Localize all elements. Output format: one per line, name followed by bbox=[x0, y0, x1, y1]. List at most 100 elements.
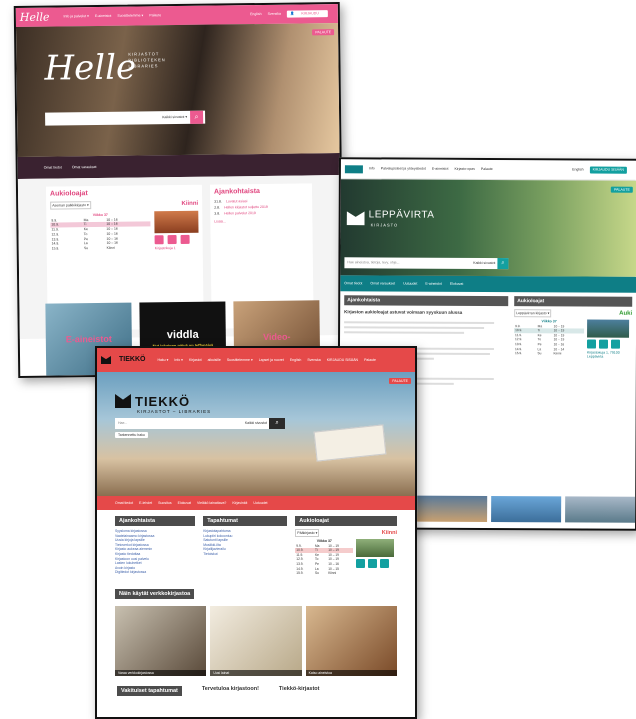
feedback-button[interactable]: PALAUTE bbox=[312, 29, 335, 36]
gallery-image[interactable] bbox=[491, 496, 562, 523]
shortcut[interactable]: Vieläkö lainattava? bbox=[197, 501, 226, 505]
search-icon[interactable]: ⌕ bbox=[269, 418, 285, 429]
shortcut-reservations[interactable]: Omat varaukset bbox=[72, 165, 97, 169]
nav-item[interactable]: Kirjastot bbox=[189, 358, 202, 362]
hours-column: Aukioloajat Pääkirjasto ▾ Kiinni Viikko … bbox=[295, 516, 397, 576]
map-icon[interactable] bbox=[154, 235, 164, 245]
info-icon[interactable] bbox=[610, 339, 621, 349]
carousel-slide[interactable]: Katso aineistoa bbox=[305, 605, 397, 676]
lang-svenska[interactable]: Svenska bbox=[307, 358, 320, 362]
slide-caption: Varaa verkkokirjastossa bbox=[115, 669, 207, 676]
leppavirta-hero: PALAUTE LEPPÄVIRTA KIRJASTO Hae aineisto… bbox=[340, 179, 636, 277]
feedback-button[interactable]: PALAUTE bbox=[389, 378, 411, 385]
news-headline[interactable]: Kirjaston aukioloajat astuvat voimaan sy… bbox=[344, 309, 508, 315]
library-select[interactable]: Aseman palkkikirjasto ▾ bbox=[50, 201, 91, 210]
search-scope[interactable]: Kaikki sivustot bbox=[245, 421, 267, 425]
news-item[interactable]: 31.8. Luvatut asiasi bbox=[214, 198, 308, 203]
gallery-image[interactable] bbox=[417, 495, 488, 522]
nav-item[interactable]: Palaute bbox=[364, 358, 376, 362]
gallery-image[interactable] bbox=[565, 496, 636, 523]
search-icon[interactable]: ⌕ bbox=[497, 258, 509, 270]
nav-item[interactable]: Kirjasto-opas bbox=[454, 167, 474, 171]
events-title: Tapahtumat bbox=[203, 516, 288, 526]
nav-item[interactable]: aikuisille bbox=[208, 358, 221, 362]
search-input[interactable]: Hae aineistoa, tietoja, levy, ohje... Ka… bbox=[344, 257, 509, 270]
login-button[interactable]: KIRJAUDU SISÄÄN bbox=[589, 166, 627, 174]
news-item[interactable]: 3.8. Hellen palvelut 2019 bbox=[214, 211, 308, 216]
search-input[interactable]: Kaikki sivustot ▾ ⌕ bbox=[45, 110, 206, 126]
leppavirta-subtitle: KIRJASTO bbox=[370, 222, 399, 228]
news-item[interactable]: 2.8. Hellen kirjastot suljettu 2019 bbox=[214, 205, 308, 210]
advanced-search-link[interactable]: Tarkennettu haku bbox=[115, 432, 148, 439]
tiekko-logo-icon bbox=[101, 355, 111, 364]
nav-item[interactable]: Palaute bbox=[481, 167, 493, 171]
search-scope[interactable]: Kaikki sivustot ▾ bbox=[162, 115, 187, 119]
nav-item[interactable]: Lapset ja nuoret bbox=[259, 358, 284, 362]
helle-window: Helle Info ja palvelut ▾ E-aineistot Suo… bbox=[13, 2, 345, 378]
shortcut[interactable]: E-aineistot bbox=[425, 282, 442, 286]
shortcut[interactable]: Uutuudet bbox=[253, 501, 267, 505]
status-badge: Kiinni bbox=[181, 200, 199, 208]
shortcut[interactable]: Kirjavinkit bbox=[232, 501, 247, 505]
nav-item[interactable]: Info ▾ bbox=[174, 358, 183, 362]
login-button[interactable]: KIRJAUDU SISÄÄN bbox=[327, 358, 358, 362]
shortcut[interactable]: E-lehdet bbox=[139, 501, 152, 505]
info-icon[interactable] bbox=[380, 559, 390, 569]
tiekko-subtitle: KIRJASTOT – LIBRARIES bbox=[137, 409, 212, 414]
shortcut[interactable]: Elokuvat bbox=[178, 501, 191, 505]
library-address[interactable]: Kirjastokuja 1 bbox=[155, 246, 199, 251]
lang-english[interactable]: English bbox=[250, 12, 262, 16]
feedback-button[interactable]: PALAUTE bbox=[611, 186, 633, 193]
carousel-slide[interactable]: Uusi lainat bbox=[210, 605, 302, 676]
tiekko-hero: PALAUTE TIEKKÖ KIRJASTOT – LIBRARIES Hae… bbox=[97, 372, 415, 496]
search-scope[interactable]: Kaikki sivustot bbox=[473, 261, 495, 265]
phone-icon[interactable] bbox=[167, 235, 177, 245]
hours-cell: 15.9. bbox=[51, 246, 60, 251]
nav-item[interactable]: Palvelupisteet ja yhteystiedot bbox=[381, 167, 426, 171]
tiekko-columns: Ajankohtaista Syysloma kirjastossa Vaatel… bbox=[97, 510, 415, 576]
footer-heading: Tiekkö-kirjastot bbox=[278, 685, 320, 692]
phone-icon[interactable] bbox=[368, 559, 378, 569]
hours-title: Aukioloajat bbox=[514, 296, 633, 307]
nav-item[interactable]: Haku ▾ bbox=[157, 358, 168, 362]
list-item[interactable]: Tietoiskut bbox=[203, 552, 287, 557]
library-address[interactable]: Kirjastokuja 1, 79100 Leppävirta bbox=[587, 351, 629, 360]
shortcut[interactable]: Omat varaukset bbox=[370, 281, 395, 285]
nav-item[interactable]: Info bbox=[369, 167, 375, 171]
shortcut[interactable]: Omat tiedot bbox=[115, 501, 133, 505]
shortcut[interactable]: Suositus bbox=[158, 501, 171, 505]
nav-item[interactable]: Suosittelemme ▾ bbox=[227, 358, 253, 362]
shortcut[interactable]: Omat tiedot bbox=[344, 281, 362, 285]
tiekko-logo[interactable]: TIEKKÖ bbox=[101, 356, 151, 364]
hours-table: 9.9. Ma 10 – 19 10.9. Ti 10 – 19 11.9. Ke 10 – 1… bbox=[514, 324, 585, 357]
lang-svenska[interactable]: Svenska bbox=[268, 12, 281, 16]
search-input[interactable]: Hae... Kaikki sivustot ⌕ bbox=[115, 418, 285, 429]
shortcut[interactable]: Uutuudet bbox=[403, 281, 417, 285]
news-more-link[interactable]: Lisää... bbox=[214, 218, 308, 223]
map-icon[interactable] bbox=[356, 559, 366, 569]
status-badge: Kiinni bbox=[381, 530, 397, 537]
leppavirta-logo-icon[interactable] bbox=[344, 164, 363, 173]
search-icon[interactable]: ⌕ bbox=[190, 110, 204, 124]
tiekko-shortcut-band: Omat tiedot E-lehdet Suositus Elokuvat V… bbox=[97, 496, 415, 510]
library-select[interactable]: Pääkirjasto ▾ bbox=[295, 529, 320, 538]
news-date: 3.8. bbox=[214, 211, 221, 216]
lang-english[interactable]: English bbox=[290, 358, 301, 362]
library-select[interactable]: Leppävirran kirjasto ▾ bbox=[514, 309, 552, 318]
nav-item[interactable]: Palaute bbox=[149, 14, 161, 18]
shortcut[interactable]: Elokuvat bbox=[450, 282, 463, 286]
nav-item[interactable]: E-aineistot bbox=[432, 167, 449, 171]
shortcut-my-info[interactable]: Omat tiedot bbox=[44, 165, 62, 169]
list-item[interactable]: Digitiedot kirjastossa bbox=[115, 570, 195, 575]
nav-item[interactable]: Suosittelemme ▾ bbox=[117, 14, 143, 19]
carousel-slide[interactable]: Varaa verkkokirjastossa bbox=[115, 605, 207, 676]
nav-item[interactable]: Info ja palvelut ▾ bbox=[64, 14, 89, 18]
hero-subtitle: KIRJASTOT BIBLIOTEKEN LIBRARIES bbox=[128, 51, 165, 69]
phone-icon[interactable] bbox=[598, 339, 609, 349]
lang-english[interactable]: English bbox=[572, 168, 584, 172]
login-button[interactable]: 👤 KIRJAUDU bbox=[286, 10, 328, 18]
helle-logo[interactable]: Helle bbox=[20, 10, 50, 24]
info-icon[interactable] bbox=[180, 235, 190, 245]
nav-item[interactable]: E-aineistot bbox=[95, 14, 112, 18]
map-icon[interactable] bbox=[586, 339, 597, 349]
